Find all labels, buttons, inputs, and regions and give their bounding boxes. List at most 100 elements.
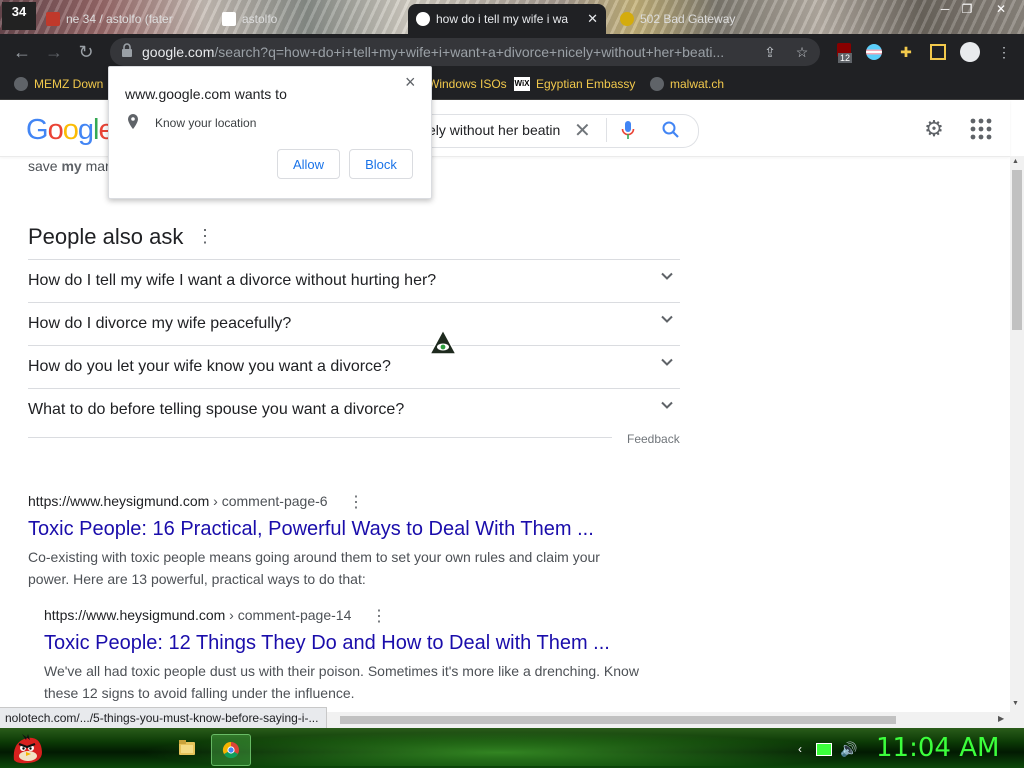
paa-question-text: How do you let your wife know you want a… (28, 358, 391, 375)
tab-label: 502 Bad Gateway (640, 12, 736, 26)
reload-icon[interactable]: ↻ (74, 41, 98, 63)
result-site: https://www.heysigmund.com (44, 607, 226, 623)
paa-question[interactable]: What to do before telling spouse you wan… (28, 388, 680, 431)
back-icon[interactable]: ← (10, 41, 34, 63)
google-favicon-icon (416, 12, 430, 26)
paa-question-text: How do I divorce my wife peacefully? (28, 315, 292, 332)
tab-2[interactable]: astolfo (214, 4, 404, 34)
tab-label: how do i tell my wife i wa (436, 12, 569, 26)
profile-avatar-icon[interactable] (960, 42, 980, 62)
voice-search-mic-icon[interactable] (621, 120, 635, 140)
bookmark-label: Egyptian Embassy (536, 77, 636, 91)
url-host: google.com (142, 44, 215, 60)
vertical-scrollbar-thumb[interactable] (1012, 170, 1022, 330)
paa-question[interactable]: How do you let your wife know you want a… (28, 345, 680, 388)
menu-kebab-icon[interactable]: ⋮ (994, 42, 1014, 62)
clear-search-icon[interactable]: ✕ (574, 118, 591, 143)
minimize-icon[interactable]: ─ (934, 2, 956, 16)
snippet-text: save (28, 158, 62, 174)
result-title-link[interactable]: Toxic People: 16 Practical, Powerful Way… (28, 518, 594, 541)
paa-question[interactable]: How do I tell my wife I want a divorce w… (28, 259, 680, 302)
cursor-icon (428, 328, 458, 356)
search-magnifier-icon[interactable] (661, 120, 681, 140)
taskbar-file-explorer-icon[interactable] (168, 734, 206, 764)
google-logo[interactable]: Google (26, 114, 115, 147)
chevron-down-icon (661, 358, 673, 366)
window-close-icon[interactable]: ✕ (990, 2, 1012, 16)
link-status-bubble: nolotech.com/.../5-things-you-must-know-… (0, 707, 328, 730)
lock-icon[interactable] (118, 43, 136, 61)
scroll-up-arrow-icon[interactable]: ▲ (1012, 158, 1019, 165)
result-breadcrumb: › comment-page-6 (209, 493, 328, 509)
tab-label: ne 34 / astolfo (fater (66, 12, 173, 26)
google-apps-grid-icon[interactable] (970, 118, 992, 140)
result-url[interactable]: https://www.heysigmund.com › comment-pag… (28, 493, 328, 509)
paa-question-text: What to do before telling spouse you wan… (28, 401, 405, 418)
paa-question[interactable]: How do I divorce my wife peacefully? (28, 302, 680, 345)
bookmark-label: MEMZ Down (34, 77, 104, 91)
result-more-icon[interactable]: ⋮ (371, 606, 387, 626)
result-description: Co-existing with toxic people means goin… (28, 549, 600, 587)
bookmark-label: Windows ISOs (428, 77, 507, 91)
location-pin-icon (127, 114, 139, 130)
tab-label: astolfo (242, 12, 278, 26)
bookmark-malwatch[interactable]: malwat.ch (650, 75, 724, 93)
block-button[interactable]: Block (349, 149, 413, 179)
feedback-link[interactable]: Feedback (627, 432, 680, 446)
tab-favicon (620, 12, 634, 26)
tab-1[interactable]: ne 34 / astolfo (fater (38, 4, 208, 34)
wix-icon: WiX (514, 77, 530, 91)
bookmark-star-icon[interactable]: ☆ (792, 42, 812, 62)
globe-icon (14, 77, 28, 91)
bookmark-windows-isos[interactable]: Windows ISOs (428, 75, 507, 93)
scroll-right-arrow-icon[interactable]: ▶ (998, 714, 1004, 723)
search-divider (606, 118, 607, 142)
extension-badge: 12 (838, 53, 853, 63)
paa-divider (28, 437, 612, 438)
chevron-down-icon (661, 315, 673, 323)
bookmark-memz[interactable]: MEMZ Down (14, 75, 103, 93)
forward-icon[interactable]: → (42, 41, 66, 63)
result-title-link[interactable]: Toxic People: 12 Things They Do and How … (44, 632, 610, 655)
result-breadcrumb: › comment-page-14 (225, 607, 352, 623)
ublock-extension-icon[interactable]: 12 (834, 42, 854, 63)
permission-text: Know your location (155, 116, 257, 130)
tab-close-icon[interactable]: ✕ (587, 11, 598, 27)
tab-count-badge: 34 (2, 2, 36, 30)
result-snippet-partial: save my mar. (28, 158, 430, 174)
scroll-down-arrow-icon[interactable]: ▼ (1012, 700, 1019, 707)
tab-favicon (46, 12, 60, 26)
paa-question-text: How do I tell my wife I want a divorce w… (28, 272, 437, 289)
side-panel-icon[interactable] (928, 42, 948, 62)
tab-active[interactable]: how do i tell my wife i wa ✕ (408, 4, 606, 34)
start-button-angry-bird-icon[interactable] (8, 730, 46, 766)
popup-close-icon[interactable]: × (405, 72, 416, 93)
globe-icon (650, 77, 664, 91)
horizontal-scrollbar-thumb[interactable] (340, 716, 896, 724)
extensions-puzzle-icon[interactable]: ✚ (896, 42, 916, 62)
search-query-text[interactable]: ely without her beatin (428, 122, 560, 138)
url-text[interactable]: google.com/search?q=how+do+i+tell+my+wif… (142, 44, 724, 62)
share-icon[interactable]: ⇪ (760, 42, 780, 62)
tab-4[interactable]: 502 Bad Gateway (612, 4, 802, 34)
result-url[interactable]: https://www.heysigmund.com › comment-pag… (44, 607, 351, 623)
bookmark-egyptian-embassy[interactable]: WiX Egyptian Embassy (514, 75, 635, 93)
popup-title: www.google.com wants to (125, 86, 287, 102)
chevron-down-icon (661, 272, 673, 280)
bookmark-label: malwat.ch (670, 77, 725, 91)
maximize-icon[interactable]: ❐ (956, 2, 978, 16)
url-path: /search?q=how+do+i+tell+my+wife+i+want+a… (214, 44, 725, 60)
result-site: https://www.heysigmund.com (28, 493, 210, 509)
tray-network-icon[interactable] (816, 741, 832, 757)
allow-button[interactable]: Allow (277, 149, 340, 179)
flag-extension-icon[interactable] (864, 42, 884, 62)
tray-chevron-icon[interactable]: ‹ (792, 741, 808, 757)
tray-volume-icon[interactable]: 🔊 (840, 741, 857, 757)
result-description: We've all had toxic people dust us with … (44, 663, 639, 701)
more-options-icon[interactable]: ⋮ (196, 226, 214, 247)
people-also-ask-heading: People also ask (28, 224, 184, 249)
result-more-icon[interactable]: ⋮ (348, 492, 364, 512)
taskbar-chrome-icon[interactable] (211, 734, 251, 766)
taskbar-clock[interactable]: 11:04 AM (876, 733, 999, 763)
settings-gear-icon[interactable]: ⚙ (922, 117, 946, 141)
